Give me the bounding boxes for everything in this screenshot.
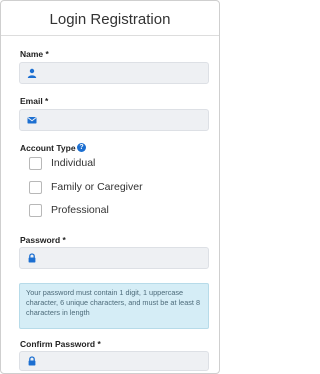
password-field-wrapper	[19, 247, 209, 269]
name-label: Name *	[20, 49, 49, 59]
page-title: Login Registration	[49, 11, 171, 28]
password-input[interactable]	[42, 248, 204, 268]
password-label: Password *	[20, 235, 66, 245]
question-icon[interactable]: ?	[77, 143, 86, 152]
checkbox-professional[interactable]	[29, 204, 42, 217]
confirm-password-field-wrapper	[19, 351, 209, 371]
option-professional-label: Professional	[51, 204, 109, 216]
name-field-wrapper	[19, 62, 209, 84]
confirm-password-label: Confirm Password *	[20, 339, 101, 349]
registration-card: Login Registration Name * Email * Accoun…	[0, 0, 220, 374]
checkbox-individual[interactable]	[29, 157, 42, 170]
name-input[interactable]	[42, 63, 204, 83]
option-family-or-caregiver-label: Family or Caregiver	[51, 181, 143, 193]
person-icon	[27, 68, 37, 78]
email-field-wrapper	[19, 109, 209, 131]
option-individual-label: Individual	[51, 157, 96, 169]
account-type-label: Account Type *	[20, 143, 82, 153]
password-requirements-hint: Your password must contain 1 digit, 1 up…	[19, 283, 209, 329]
email-label: Email *	[20, 96, 49, 106]
lock-icon	[28, 253, 36, 263]
title-divider	[1, 35, 219, 36]
envelope-icon	[27, 117, 37, 124]
email-input[interactable]	[42, 110, 204, 130]
confirm-password-input[interactable]	[42, 352, 204, 370]
lock-icon	[28, 356, 36, 366]
checkbox-family-or-caregiver[interactable]	[29, 181, 42, 194]
